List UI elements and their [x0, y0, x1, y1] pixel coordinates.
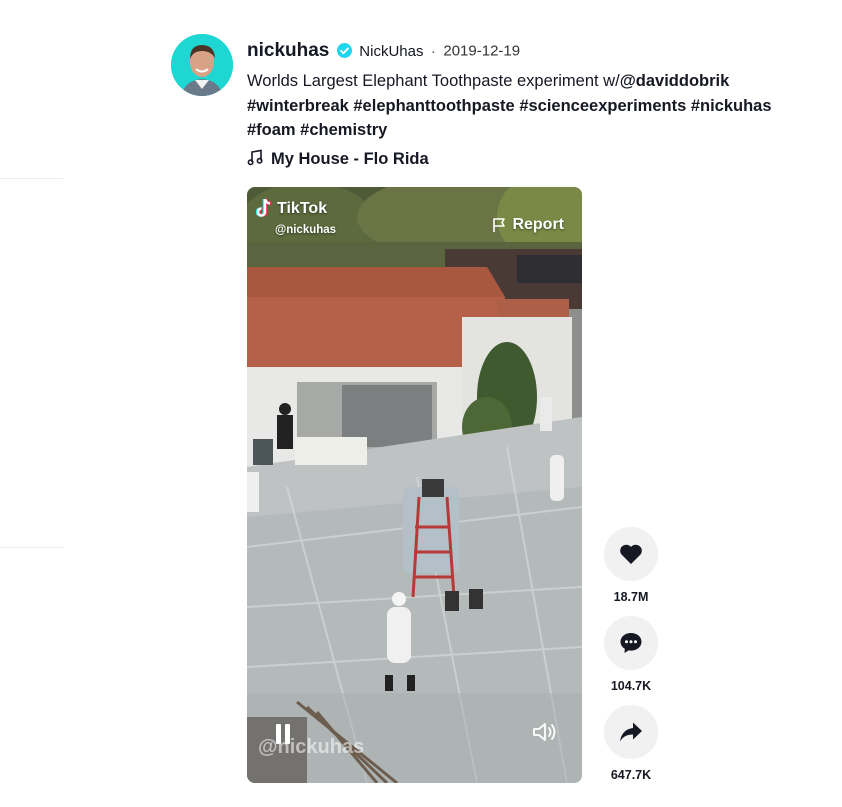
left-divider-top — [0, 178, 63, 179]
post-description: Worlds Largest Elephant Toothpaste exper… — [247, 69, 817, 143]
hashtag-links[interactable]: #winterbreak #elephanttoothpaste #scienc… — [247, 97, 772, 140]
left-divider-bottom — [0, 547, 63, 548]
comment-count: 104.7K — [610, 679, 652, 693]
header-separator: · — [430, 42, 436, 60]
like-count: 18.7M — [613, 590, 649, 604]
tiktok-brand-text: TikTok — [277, 199, 328, 217]
like-button[interactable] — [604, 527, 658, 581]
like-action: 18.7M — [604, 527, 658, 604]
comment-icon — [620, 633, 642, 653]
comment-action: 104.7K — [604, 616, 658, 693]
share-count: 647.7K — [610, 768, 652, 782]
description-text: Worlds Largest Elephant Toothpaste exper… — [247, 72, 620, 90]
mention-link[interactable]: @daviddobrik — [620, 72, 730, 90]
report-label: Report — [512, 216, 564, 233]
music-title: My House - Flo Rida — [271, 150, 429, 168]
tiktok-icon — [256, 198, 272, 217]
share-action: 647.7K — [604, 705, 658, 782]
video-handle: @nickuhas — [275, 224, 337, 236]
heart-icon — [620, 544, 642, 564]
volume-icon — [533, 723, 556, 741]
avatar[interactable] — [171, 34, 233, 96]
verified-badge-icon — [336, 42, 352, 58]
nickname[interactable]: NickUhas — [359, 43, 423, 60]
share-arrow-icon — [620, 722, 642, 742]
pause-icon — [276, 724, 281, 744]
post-header: nickuhas NickUhas · 2019-12-19 — [247, 40, 520, 62]
report-button[interactable]: Report — [492, 216, 564, 234]
music-link[interactable]: My House - Flo Rida — [247, 149, 429, 169]
pause-button[interactable] — [274, 724, 292, 744]
video-player[interactable]: TikTok @nickuhas Report @nickuhas — [247, 187, 582, 783]
share-button[interactable] — [604, 705, 658, 759]
post-date: 2019-12-19 — [443, 42, 521, 60]
volume-button[interactable] — [532, 721, 558, 748]
tiktok-logo: TikTok — [256, 198, 327, 219]
username-link[interactable]: nickuhas — [247, 40, 329, 61]
music-note-icon — [247, 149, 263, 166]
video-frame-image — [247, 187, 582, 783]
comment-button[interactable] — [604, 616, 658, 670]
flag-icon — [493, 218, 506, 232]
